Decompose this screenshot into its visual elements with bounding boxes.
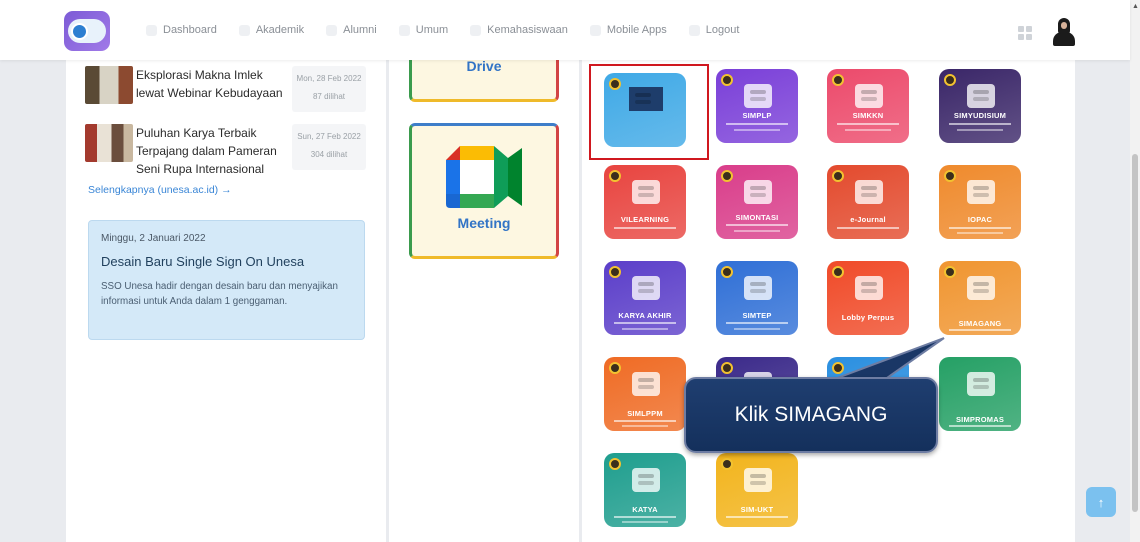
- app-tile-katya[interactable]: KATYA: [604, 453, 686, 527]
- nav-logout[interactable]: Logout: [688, 24, 739, 36]
- unesa-seal-icon: [609, 170, 621, 182]
- news-views: 304 dilihat: [310, 150, 348, 159]
- document-pen-icon: [744, 180, 772, 204]
- unesa-seal-icon: [609, 458, 621, 470]
- news-meta: Mon, 28 Feb 2022 87 dilihat: [292, 66, 366, 112]
- app-grid-icon[interactable]: [1018, 26, 1032, 40]
- library-books-icon: [855, 276, 883, 300]
- app-tile-simontasi[interactable]: SIMONTASI: [716, 165, 798, 239]
- logout-icon: [688, 24, 700, 36]
- app-tile-sim-ukt[interactable]: SIM-UKT: [716, 453, 798, 527]
- announcement-title: Desain Baru Single Sign On Unesa: [101, 254, 305, 269]
- book-stack-icon: [967, 180, 995, 204]
- main-nav: Dashboard Akademik Alumni Umum Kemahasis…: [146, 0, 761, 60]
- unesa-seal-icon: [721, 170, 733, 182]
- promotion-icon: [967, 372, 995, 396]
- nav-dashboard[interactable]: Dashboard: [146, 24, 217, 36]
- more-news-link[interactable]: Selengkapnya (unesa.ac.id) →: [88, 184, 232, 196]
- app-tile-simyudisium[interactable]: SIMYUDISIUM: [939, 69, 1021, 143]
- announcement-body: SSO Unesa hadir dengan desain baru dan m…: [101, 281, 338, 307]
- announcement-card: Minggu, 2 Januari 2022 Desain Baru Singl…: [88, 220, 365, 340]
- unesa-seal-icon: [721, 362, 733, 374]
- unesa-seal-icon: [832, 362, 844, 374]
- drive-app-card[interactable]: Drive: [409, 54, 559, 102]
- app-tile-karya-akhir[interactable]: KARYA AKHIR: [604, 261, 686, 335]
- document-edit-icon: [744, 276, 772, 300]
- akademik-icon: [238, 24, 250, 36]
- internship-team-icon: [967, 276, 995, 300]
- unesa-seal-icon: [609, 266, 621, 278]
- unesa-seal-icon: [721, 74, 733, 86]
- news-title[interactable]: Puluhan Karya Terbaik Terpajang dalam Pa…: [136, 124, 290, 178]
- instruction-callout: Klik SIMAGANG: [684, 377, 938, 453]
- nav-mobile-apps[interactable]: Mobile Apps: [589, 24, 667, 36]
- app-tile-lobby-perpus[interactable]: Lobby Perpus: [827, 261, 909, 335]
- news-date: Sun, 27 Feb 2022: [297, 132, 361, 141]
- app-tile-vilearning[interactable]: VILEARNING: [604, 165, 686, 239]
- top-navbar: Dashboard Akademik Alumni Umum Kemahasis…: [0, 0, 1130, 60]
- app-tile-simkkn[interactable]: SIMKKN: [827, 69, 909, 143]
- news-item[interactable]: Puluhan Karya Terbaik Terpajang dalam Pa…: [85, 124, 366, 178]
- id-card-icon: [632, 468, 660, 492]
- unesa-seal-icon: [832, 170, 844, 182]
- nav-alumni[interactable]: Alumni: [326, 24, 377, 36]
- app-tile-iopac[interactable]: IOPAC: [939, 165, 1021, 239]
- announcement-date: Minggu, 2 Januari 2022: [101, 233, 206, 244]
- app-tile-simlppm[interactable]: SIMLPPM: [604, 357, 686, 431]
- news-thumbnail: [85, 124, 133, 162]
- sso-logo[interactable]: [64, 11, 110, 51]
- unesa-seal-icon: [944, 74, 956, 86]
- app-tile-simtep[interactable]: SIMTEP: [716, 261, 798, 335]
- news-views: 87 dilihat: [312, 92, 346, 101]
- news-item[interactable]: Eksplorasi Makna Imlek lewat Webinar Keb…: [85, 66, 366, 112]
- app-tile-simagang[interactable]: SIMAGANG: [939, 261, 1021, 335]
- news-thumbnail: [85, 66, 133, 104]
- news-date: Mon, 28 Feb 2022: [296, 74, 362, 83]
- checklist-icon: [632, 276, 660, 300]
- highlight-box: [589, 64, 709, 160]
- document-search-icon: [744, 468, 772, 492]
- news-column: Eksplorasi Makna Imlek lewat Webinar Keb…: [66, 60, 386, 542]
- school-building-icon: [744, 84, 772, 108]
- meet-icon: [446, 146, 522, 208]
- scroll-up-arrow-icon[interactable]: ▲: [1132, 3, 1139, 10]
- app-tile-simplp[interactable]: SIMPLP: [716, 69, 798, 143]
- unesa-seal-icon: [944, 266, 956, 278]
- mobile-apps-icon: [589, 24, 601, 36]
- unesa-seal-icon: [832, 74, 844, 86]
- students-icon: [855, 84, 883, 108]
- back-to-top-button[interactable]: ↑: [1086, 487, 1116, 517]
- nav-umum[interactable]: Umum: [398, 24, 448, 36]
- alumni-icon: [326, 24, 338, 36]
- meeting-label: Meeting: [457, 215, 511, 231]
- google-apps-column: Drive Meeting: [389, 54, 579, 542]
- pencil-notebook-icon: [632, 372, 660, 396]
- journal-books-icon: [855, 180, 883, 204]
- kemahasiswaan-icon: [470, 24, 482, 36]
- unesa-seal-icon: [721, 266, 733, 278]
- news-title[interactable]: Eksplorasi Makna Imlek lewat Webinar Keb…: [136, 66, 292, 102]
- unesa-seal-icon: [944, 170, 956, 182]
- unesa-seal-icon: [832, 266, 844, 278]
- nav-akademik[interactable]: Akademik: [238, 24, 304, 36]
- umum-icon: [398, 24, 410, 36]
- dashboard-icon: [146, 24, 157, 36]
- app-tile-e-journal[interactable]: e-Journal: [827, 165, 909, 239]
- meeting-app-card[interactable]: Meeting: [409, 123, 559, 259]
- nav-kemahasiswaan[interactable]: Kemahasiswaan: [470, 24, 568, 36]
- unesa-seal-icon: [721, 458, 733, 470]
- e-learning-icon: [632, 180, 660, 204]
- unesa-seal-icon: [609, 362, 621, 374]
- app-tile-simpromas[interactable]: SIMPROMAS: [939, 357, 1021, 431]
- news-meta: Sun, 27 Feb 2022 304 dilihat: [292, 124, 366, 170]
- graduate-icon: [967, 84, 995, 108]
- drive-label: Drive: [466, 58, 502, 74]
- scrollbar-thumb[interactable]: [1132, 154, 1138, 512]
- user-avatar[interactable]: [1051, 18, 1077, 46]
